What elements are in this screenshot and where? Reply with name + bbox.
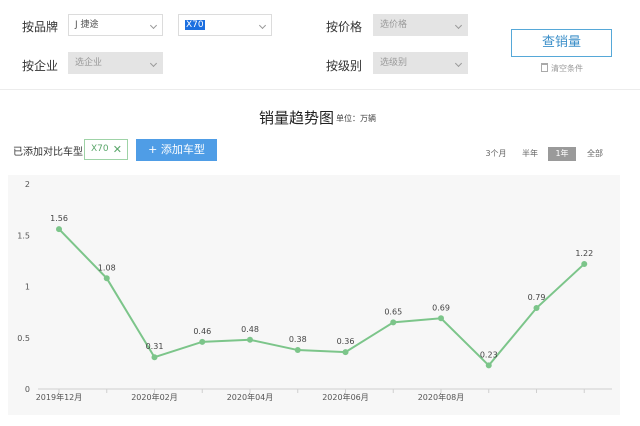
data-point (390, 319, 397, 326)
data-label: 0.31 (146, 342, 164, 351)
data-label: 0.65 (384, 307, 402, 316)
data-label: 0.38 (289, 335, 307, 344)
data-label: 0.46 (193, 327, 211, 336)
data-point (533, 305, 540, 312)
data-label: 1.08 (98, 263, 116, 272)
data-label: 0.48 (241, 325, 259, 334)
data-point (294, 347, 301, 354)
data-point (581, 260, 588, 267)
data-point (151, 354, 158, 361)
x-tick-label: 2019年12月 (36, 392, 83, 402)
data-label: 1.22 (575, 249, 593, 258)
data-label: 0.36 (337, 337, 355, 346)
data-point (103, 275, 110, 282)
y-tick-label: 0 (25, 385, 30, 394)
y-tick-label: 2 (25, 180, 30, 189)
data-label: 1.56 (50, 214, 68, 223)
data-point (342, 349, 349, 356)
data-point (485, 362, 492, 369)
x-tick-label: 2020年08月 (418, 392, 465, 402)
y-tick-label: 0.5 (17, 334, 30, 343)
data-label: 0.69 (432, 303, 450, 312)
data-point (199, 338, 206, 345)
x-tick-label: 2020年04月 (227, 392, 274, 402)
data-label: 0.79 (528, 293, 546, 302)
data-point (56, 226, 62, 233)
data-point (247, 336, 253, 343)
data-point (438, 315, 444, 322)
x-tick-label: 2020年06月 (322, 392, 369, 402)
y-tick-label: 1.5 (17, 231, 30, 240)
series-line (58, 228, 585, 367)
y-tick-label: 1 (25, 283, 30, 292)
data-label: 0.23 (480, 350, 498, 359)
sales-line-chart: 0 0.5 1 1.5 2 2019年12月 2020年02月 2020年04月 2020年06… (17, 180, 612, 402)
x-tick-label: 2020年02月 (131, 392, 178, 402)
